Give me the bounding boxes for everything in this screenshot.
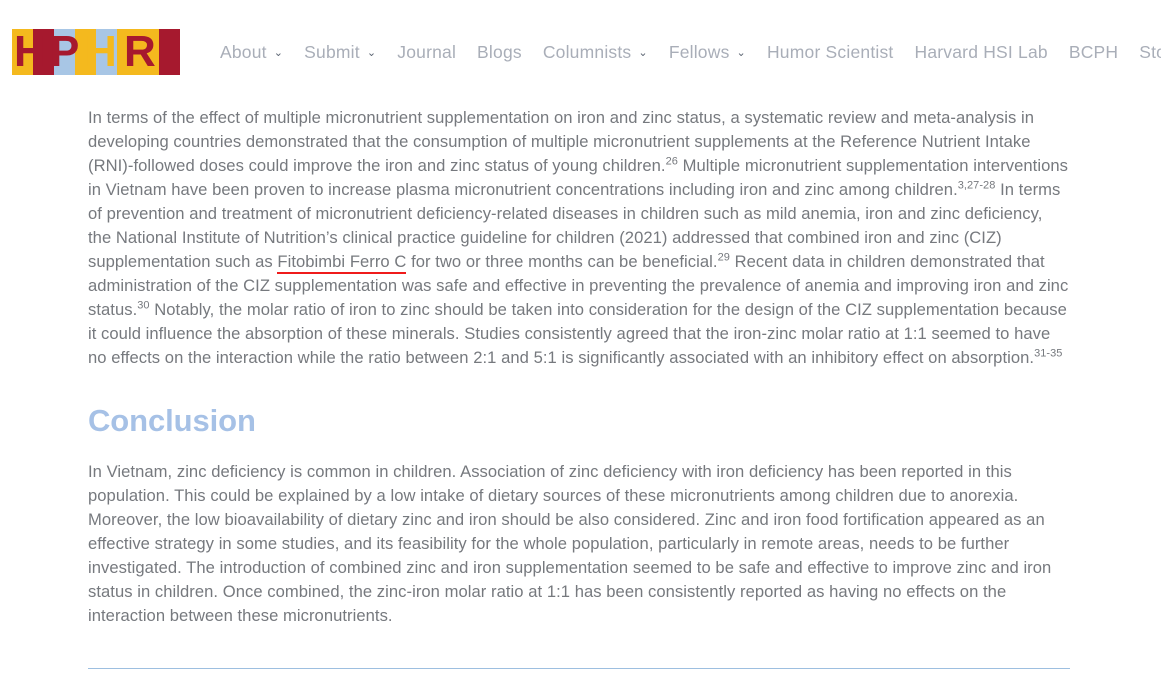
site-logo[interactable]: H P H R [12,29,180,75]
nav-item-about[interactable]: About ⌄ [220,38,283,67]
hphr-logo-icon: H P H R [12,29,180,75]
chevron-down-icon: ⌄ [273,46,284,59]
nav-label: Blogs [477,41,522,62]
paragraph-conclusion: In Vietnam, zinc deficiency is common in… [88,462,1052,626]
nav-item-blogs[interactable]: Blogs [477,38,522,67]
section-heading-conclusion: Conclusion [88,403,256,438]
citation-ref: 29 [717,251,730,264]
nav-item-harvard-hsi-lab[interactable]: Harvard HSI Lab [914,38,1047,67]
nav-label: Columnists [542,41,632,62]
nav-item-journal[interactable]: Journal [397,38,456,67]
nav-label: Store [1139,41,1161,62]
nav-label: About [220,41,267,62]
nav-label: Journal [397,41,457,62]
text-segment: Notably, the molar ratio of iron to zinc… [88,300,1067,367]
chevron-down-icon: ⌄ [736,46,746,59]
paragraph-micronutrient-supplementation: In terms of the effect of multiple micro… [88,104,1070,370]
svg-text:R: R [124,29,155,75]
nav-label: Humor Scientist [766,41,894,62]
nav-label: Harvard HSI Lab [914,41,1048,62]
nav-item-store[interactable]: Store [1139,38,1161,67]
chevron-down-icon: ⌄ [366,46,377,59]
nav-item-bcph[interactable]: BCPH [1069,38,1118,67]
nav-label: Fellows [668,41,730,62]
nav-label: Submit [304,41,360,62]
citation-ref: 26 [665,155,678,168]
main-navigation: About ⌄ Submit ⌄ Journal Blogs Columnist… [220,38,1161,67]
citation-ref: 31-35 [1034,347,1063,360]
chevron-down-icon: ⌄ [638,46,648,59]
citation-ref: 30 [137,299,150,312]
svg-text:H: H [85,29,116,75]
article-body: In terms of the effect of multiple micro… [0,104,1161,670]
nav-item-fellows[interactable]: Fellows ⌄ [669,38,746,67]
site-header: H P H R About ⌄ Submit ⌄ Journal Blogs C… [0,0,1161,104]
inline-link-fitobimbi-ferro-c[interactable]: Fitobimbi Ferro C [277,252,407,274]
nav-item-submit[interactable]: Submit ⌄ [304,38,376,67]
nav-item-humor-scientist[interactable]: Humor Scientist [767,38,894,67]
citation-ref: 3,27-28 [957,179,996,192]
svg-text:H: H [14,29,45,75]
nav-item-columnists[interactable]: Columnists ⌄ [543,38,648,67]
nav-label: BCPH [1068,41,1119,62]
text-segment: for two or three months can be beneficia… [406,252,718,271]
svg-text:P: P [50,29,78,75]
section-divider [88,668,1070,670]
